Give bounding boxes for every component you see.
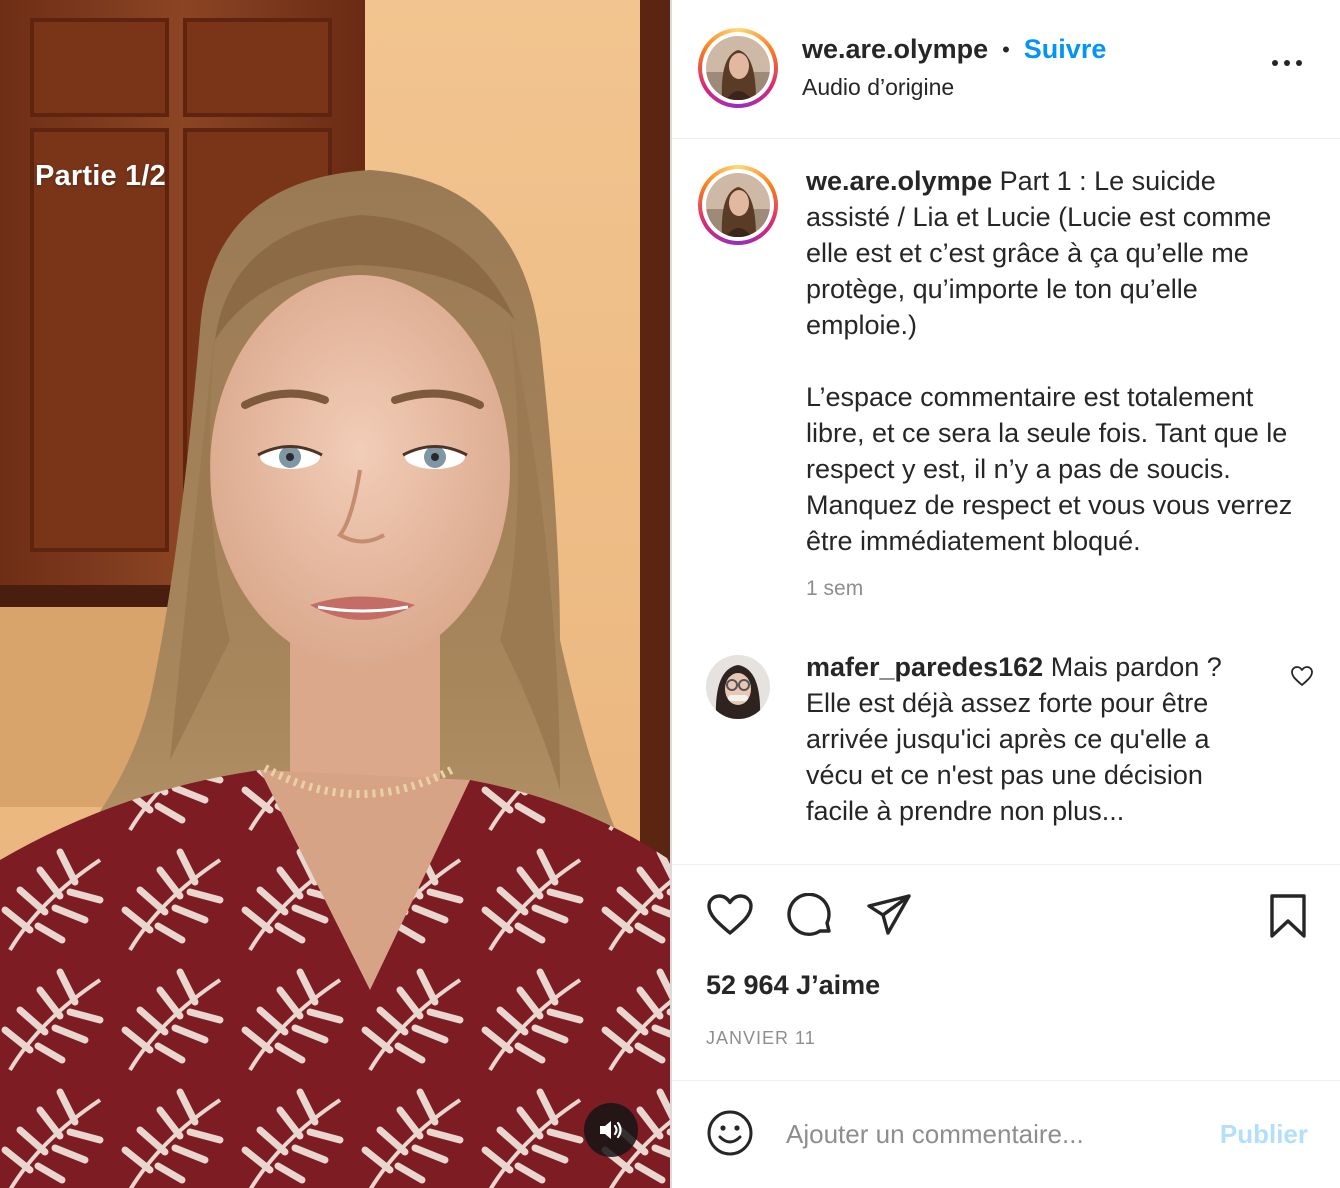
comment-item: mafer_paredes162 Mais pardon ? Elle est … — [672, 601, 1340, 829]
author-username-link[interactable]: we.are.olympe — [802, 34, 988, 65]
video-player[interactable]: Partie 1/2 — [0, 0, 670, 1188]
separator-dot: • — [1002, 36, 1010, 62]
instagram-post-view: Partie 1/2 we.are.olympe • Suivre Audio … — [0, 0, 1340, 1188]
more-horizontal-icon — [1272, 60, 1278, 66]
share-button[interactable] — [866, 893, 912, 942]
audio-label-link[interactable]: Audio d’origine — [802, 74, 954, 101]
heart-outline-icon — [1291, 666, 1313, 686]
comment-text: mafer_paredes162 Mais pardon ? Elle est … — [806, 649, 1300, 829]
caption-username-link[interactable]: we.are.olympe — [806, 166, 992, 196]
bookmark-icon — [1270, 894, 1306, 938]
post-header: we.are.olympe • Suivre Audio d’origine — [672, 0, 1340, 139]
like-button[interactable] — [706, 893, 754, 942]
likes-count[interactable]: 52 964 J’aime — [706, 970, 880, 1001]
comment-icon — [787, 892, 831, 936]
caption-author-avatar[interactable] — [698, 165, 778, 245]
comment-input[interactable] — [786, 1111, 1186, 1157]
publish-button[interactable]: Publier — [1220, 1119, 1308, 1150]
post-details-panel: we.are.olympe • Suivre Audio d’origine w… — [672, 0, 1340, 1188]
post-actions-bar — [672, 865, 1340, 970]
heart-icon — [707, 894, 753, 935]
caption-avatar-image — [706, 173, 770, 237]
sound-toggle-button[interactable] — [584, 1103, 638, 1157]
caption-timestamp[interactable]: 1 sem — [806, 577, 1300, 601]
add-comment-bar: Publier — [672, 1080, 1340, 1188]
commenter-username-link[interactable]: mafer_paredes162 — [806, 652, 1043, 682]
emoji-icon — [707, 1110, 753, 1156]
more-options-button[interactable] — [1272, 50, 1302, 76]
caption-text: we.are.olympe Part 1 : Le suicide assist… — [806, 163, 1300, 559]
comment-like-button[interactable] — [1290, 665, 1314, 692]
author-avatar-image — [706, 36, 770, 100]
video-text-overlay: Partie 1/2 — [35, 160, 166, 192]
follow-button[interactable]: Suivre — [1024, 34, 1107, 65]
commenter-avatar[interactable] — [706, 655, 770, 719]
commenter-avatar-image — [706, 655, 770, 719]
emoji-button[interactable] — [706, 1109, 754, 1162]
post-date[interactable]: JANVIER 11 — [706, 1028, 816, 1049]
save-button[interactable] — [1268, 893, 1308, 944]
post-caption: we.are.olympe Part 1 : Le suicide assist… — [672, 139, 1340, 601]
post-stats: 52 964 J’aime JANVIER 11 — [672, 970, 1340, 1080]
comment-button[interactable] — [786, 892, 834, 944]
author-avatar[interactable] — [698, 28, 778, 108]
caption-paragraph-2: L’espace commentaire est totalement libr… — [806, 382, 1293, 556]
speaker-icon — [600, 1121, 622, 1139]
comments-section[interactable]: we.are.olympe Part 1 : Le suicide assist… — [672, 139, 1340, 865]
share-icon — [867, 894, 911, 935]
